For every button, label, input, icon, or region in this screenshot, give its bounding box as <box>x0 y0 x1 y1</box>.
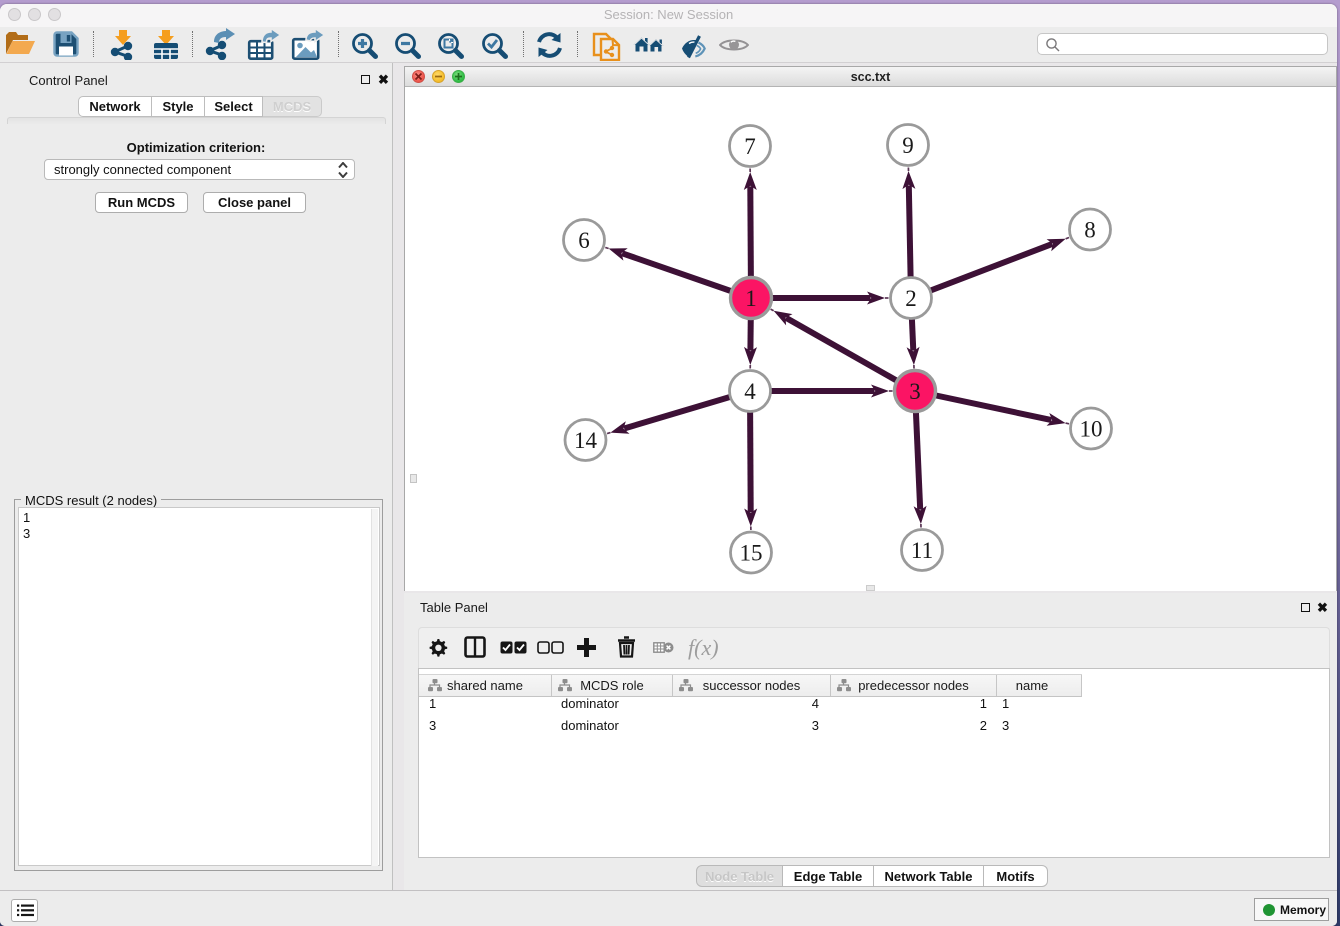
svg-text:14: 14 <box>574 428 598 453</box>
svg-text:6: 6 <box>578 228 590 253</box>
svg-text:7: 7 <box>744 134 756 159</box>
svg-text:1: 1 <box>745 286 757 311</box>
svg-text:15: 15 <box>740 541 763 566</box>
svg-text:8: 8 <box>1084 218 1096 243</box>
svg-text:9: 9 <box>902 133 914 158</box>
svg-text:3: 3 <box>909 379 921 404</box>
svg-text:4: 4 <box>744 379 756 404</box>
svg-text:10: 10 <box>1080 417 1103 442</box>
svg-text:2: 2 <box>905 286 917 311</box>
svg-text:11: 11 <box>911 538 933 563</box>
